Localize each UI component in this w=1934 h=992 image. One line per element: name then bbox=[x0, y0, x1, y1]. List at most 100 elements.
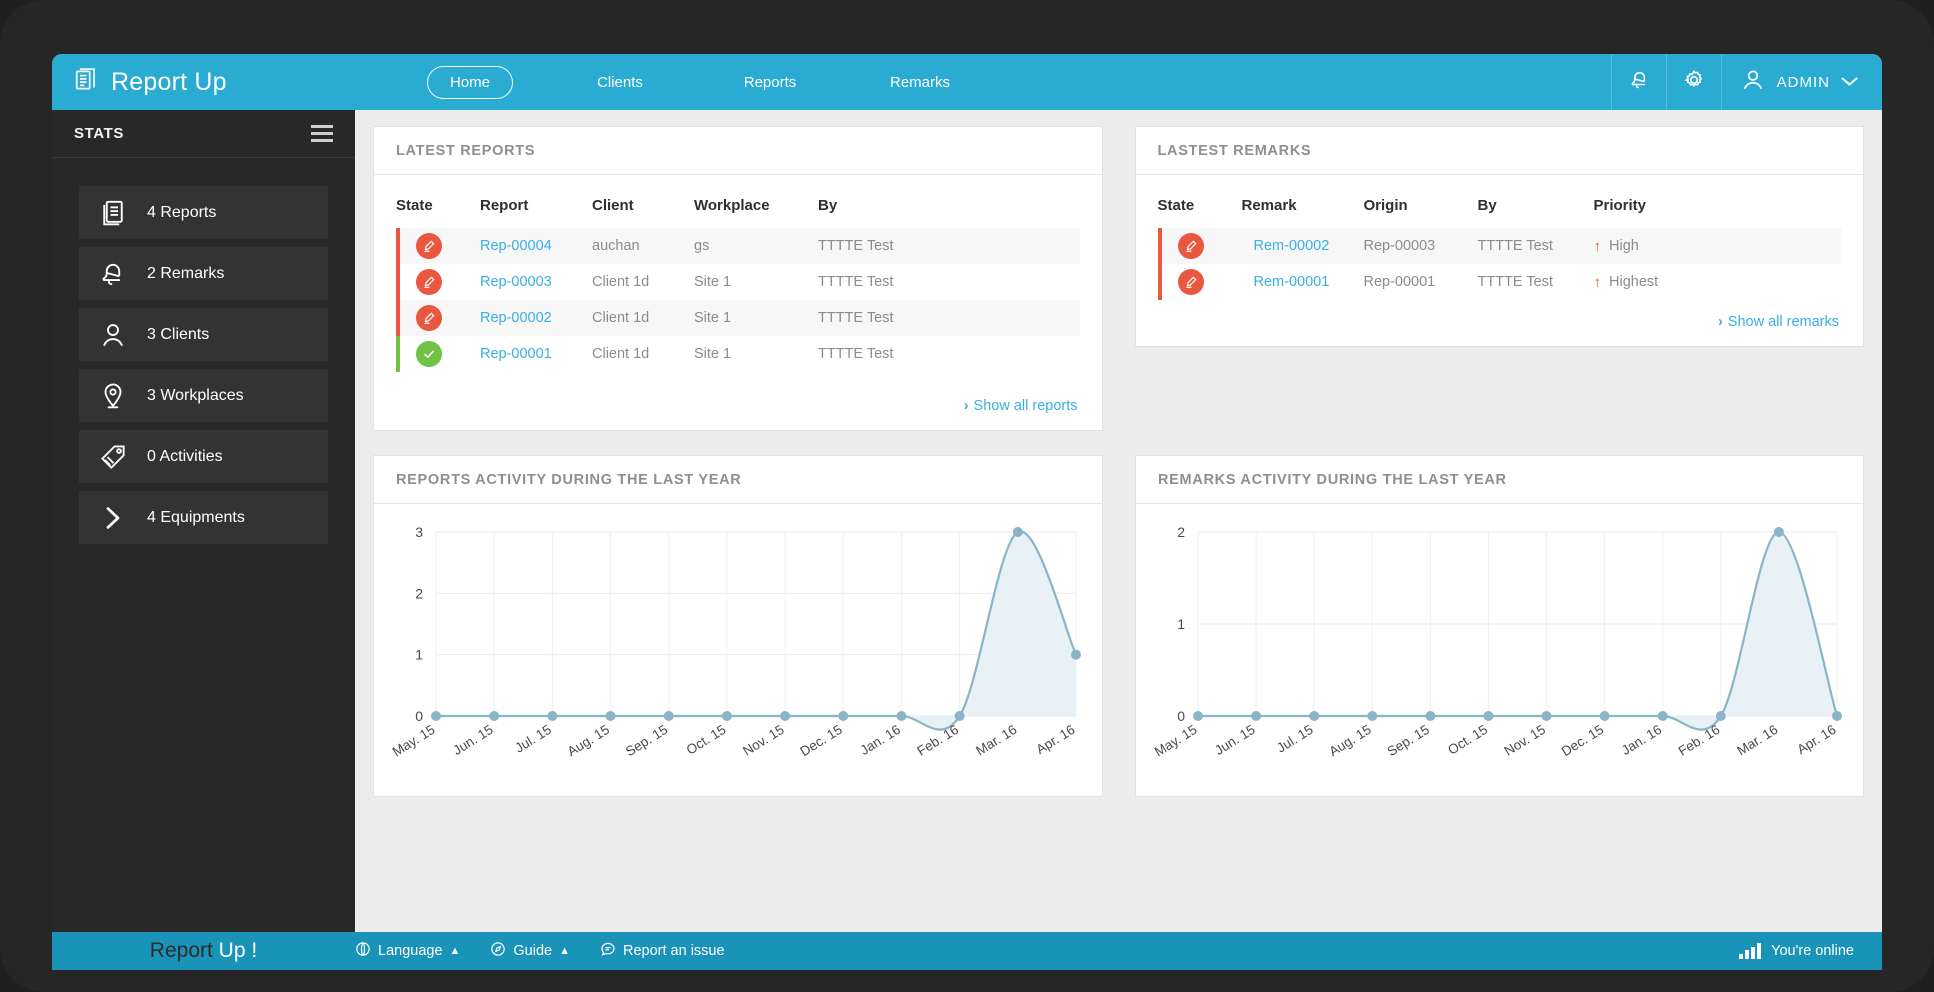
sidebar-item-workplaces[interactable]: 3 Workplaces bbox=[79, 369, 328, 422]
footer-report-issue-button[interactable]: Report an issue bbox=[600, 941, 725, 961]
svg-text:Aug. 15: Aug. 15 bbox=[1326, 722, 1373, 759]
cell-workplace: Site 1 bbox=[694, 346, 732, 362]
report-link[interactable]: Rep-00003 bbox=[480, 274, 552, 290]
footer-guide-button[interactable]: Guide ▲ bbox=[490, 941, 570, 961]
card-title: LATEST REPORTS bbox=[396, 142, 536, 159]
sidebar: STATS 4 Reports 2 Remarks 3 Clients 3 Wo… bbox=[52, 110, 355, 970]
svg-text:Jan. 16: Jan. 16 bbox=[1619, 722, 1665, 758]
card-title: REPORTS ACTIVITY DURING THE LAST YEAR bbox=[396, 471, 742, 488]
notifications-button[interactable] bbox=[1610, 54, 1666, 110]
table-row[interactable]: Rem-00001 Rep-00001 TTTTE Test ↑ Highest bbox=[1157, 264, 1842, 300]
nav-item-remarks[interactable]: Remarks bbox=[845, 74, 995, 91]
cell-remark[interactable]: Rem-00001 bbox=[1242, 264, 1364, 300]
cell-report[interactable]: Rep-00002 bbox=[480, 300, 592, 336]
cell-by: TTTTE Test bbox=[818, 238, 894, 254]
cell-state bbox=[396, 264, 480, 300]
table-row[interactable]: Rem-00002 Rep-00003 TTTTE Test ↑ High bbox=[1157, 228, 1841, 264]
show-all-reports-link[interactable]: › Show all reports bbox=[396, 372, 1080, 416]
card-title: LASTEST REMARKS bbox=[1157, 142, 1312, 159]
cell-by: TTTTE Test bbox=[818, 310, 894, 326]
sidebar-item-activities[interactable]: 0 Activities bbox=[79, 430, 328, 483]
table-row[interactable]: Rep-00001 Client 1d Site 1 TTTTE Test bbox=[396, 336, 1080, 372]
card-body: 0 1 2 May. 15 Jun. 15 Jul. 15 Aug. 15 Sep. 15 Oc… bbox=[1136, 504, 1863, 796]
card-body: State Report Client Workplace By Rep-000… bbox=[374, 175, 1102, 430]
app-window: Report Up Home Clients Reports Remarks A… bbox=[52, 54, 1882, 970]
main-content: LATEST REPORTS State Report Client Workp… bbox=[355, 110, 1882, 970]
svg-text:Mar. 16: Mar. 16 bbox=[1734, 722, 1780, 759]
pencil-state-icon bbox=[1177, 233, 1204, 259]
hamburger-icon[interactable] bbox=[311, 125, 333, 142]
chevron-right-icon bbox=[79, 503, 147, 533]
cell-client: Client 1d bbox=[592, 274, 650, 290]
latest-remarks-card: LASTEST REMARKS State Remark Origin By P… bbox=[1134, 126, 1864, 347]
report-link[interactable]: Rep-00001 bbox=[480, 346, 552, 362]
cell-state bbox=[1157, 264, 1242, 300]
user-icon bbox=[79, 320, 147, 350]
remarks-activity-chart-card: REMARKS ACTIVITY DURING THE LAST YEAR 0 1… bbox=[1135, 455, 1864, 797]
cell-workplace: Site 1 bbox=[694, 310, 732, 326]
show-all-remarks-link[interactable]: › Show all remarks bbox=[1158, 300, 1842, 332]
sidebar-item-clients[interactable]: 3 Clients bbox=[79, 308, 328, 361]
sidebar-item-remarks[interactable]: 2 Remarks bbox=[79, 247, 328, 300]
cell-report[interactable]: Rep-00004 bbox=[480, 228, 592, 264]
nav-item-clients[interactable]: Clients bbox=[545, 74, 695, 91]
cell-priority: ↑ Highest bbox=[1594, 264, 1842, 300]
nav-item-reports[interactable]: Reports bbox=[695, 74, 845, 91]
sidebar-item-reports[interactable]: 4 Reports bbox=[79, 186, 328, 239]
table-row[interactable]: Rep-00002 Client 1d Site 1 TTTTE Test bbox=[396, 300, 1080, 336]
sidebar-item-label: 2 Remarks bbox=[147, 264, 225, 282]
report-link[interactable]: Rep-00002 bbox=[480, 310, 552, 326]
cell-by: TTTTE Test bbox=[818, 274, 894, 290]
cell-by: TTTTE Test bbox=[1477, 274, 1553, 290]
svg-text:Apr. 16: Apr. 16 bbox=[1033, 722, 1077, 757]
pencil-state-icon bbox=[416, 233, 442, 259]
document-stack-icon bbox=[74, 67, 100, 98]
svg-text:Apr. 16: Apr. 16 bbox=[1794, 722, 1838, 757]
cell-workplace: gs bbox=[694, 238, 710, 254]
cell-client: Client 1d bbox=[592, 310, 650, 326]
compass-icon bbox=[490, 941, 506, 961]
col-priority: Priority bbox=[1593, 197, 1647, 214]
footer-language-label: Language bbox=[378, 943, 443, 959]
priority-label: High bbox=[1609, 238, 1639, 254]
col-workplace: Workplace bbox=[694, 197, 770, 214]
svg-text:Nov. 15: Nov. 15 bbox=[1502, 722, 1549, 759]
remark-link[interactable]: Rem-00001 bbox=[1254, 274, 1330, 290]
remark-link[interactable]: Rem-00002 bbox=[1254, 238, 1330, 254]
nav-item-home[interactable]: Home bbox=[395, 65, 545, 99]
app-brand[interactable]: Report Up bbox=[52, 54, 355, 110]
svg-text:Jun. 15: Jun. 15 bbox=[1212, 722, 1258, 758]
footer-brand: Report Up ! bbox=[52, 939, 355, 963]
table-header-row: State Remark Origin By Priority bbox=[1158, 197, 1842, 228]
sidebar-item-label: 3 Workplaces bbox=[147, 386, 244, 404]
user-icon bbox=[1740, 67, 1766, 97]
speech-bubble-icon bbox=[600, 941, 616, 961]
cell-origin: Rep-00003 bbox=[1363, 238, 1436, 254]
sidebar-header: STATS bbox=[52, 110, 355, 158]
table-row[interactable]: Rep-00003 Client 1d Site 1 TTTTE Test bbox=[396, 264, 1080, 300]
user-menu[interactable]: ADMIN bbox=[1720, 54, 1882, 110]
report-link[interactable]: Rep-00004 bbox=[480, 238, 552, 254]
cell-remark[interactable]: Rem-00002 bbox=[1242, 228, 1364, 264]
cell-state bbox=[396, 228, 480, 264]
cell-report[interactable]: Rep-00003 bbox=[480, 264, 592, 300]
table-row[interactable]: Rep-00004 auchan gs TTTTE Test bbox=[396, 228, 1080, 264]
sidebar-item-equipments[interactable]: 4 Equipments bbox=[79, 491, 328, 544]
col-state: State bbox=[396, 197, 433, 214]
check-state-icon bbox=[416, 341, 442, 367]
footer-report-issue-label: Report an issue bbox=[623, 943, 725, 959]
svg-text:May. 15: May. 15 bbox=[1152, 722, 1200, 760]
footer-bar: Report Up ! Language ▲ Guide ▲ Report an… bbox=[52, 932, 1882, 970]
svg-text:Sep. 15: Sep. 15 bbox=[1385, 722, 1432, 759]
bell-icon bbox=[1627, 68, 1651, 97]
pencil-state-icon bbox=[416, 305, 442, 331]
cell-report[interactable]: Rep-00001 bbox=[480, 336, 592, 372]
footer-guide-label: Guide bbox=[513, 943, 553, 959]
priority-label: Highest bbox=[1609, 274, 1659, 290]
settings-button[interactable] bbox=[1665, 54, 1721, 110]
footer-language-button[interactable]: Language ▲ bbox=[355, 941, 460, 961]
svg-text:Jul. 15: Jul. 15 bbox=[512, 722, 554, 756]
svg-text:Oct. 15: Oct. 15 bbox=[1445, 722, 1490, 758]
col-state: State bbox=[1157, 197, 1195, 214]
top-navigation-bar: Report Up Home Clients Reports Remarks A… bbox=[52, 54, 1882, 110]
